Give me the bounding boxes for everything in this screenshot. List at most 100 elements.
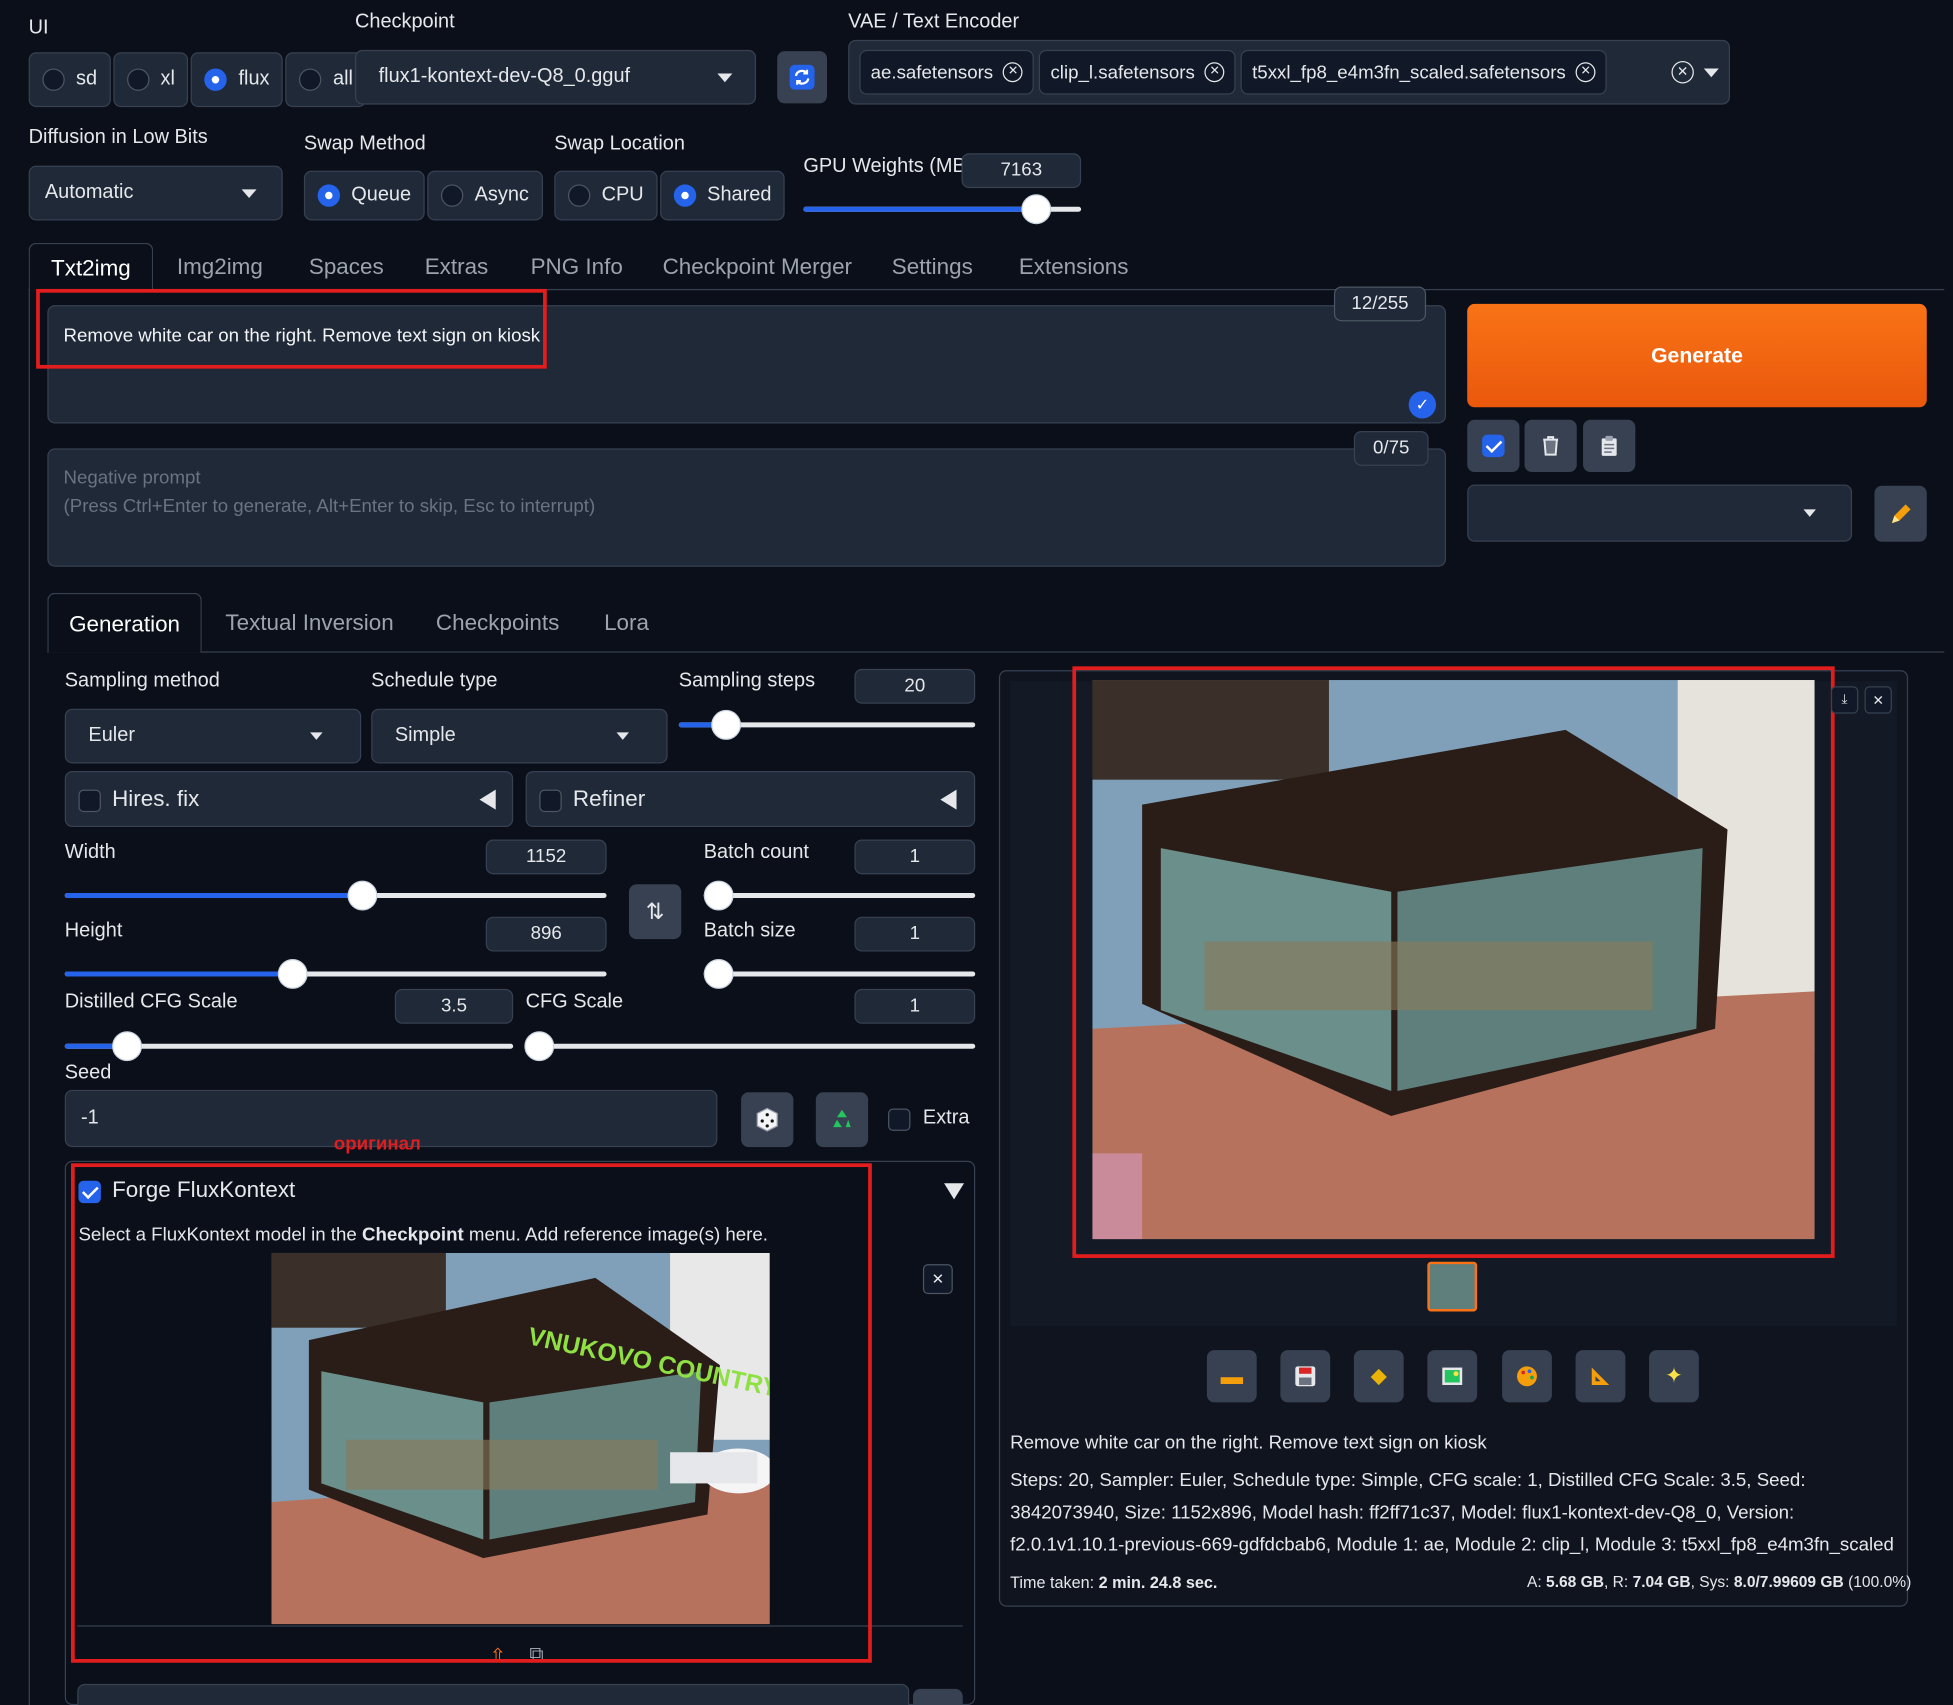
slider-thumb[interactable] <box>711 709 742 740</box>
upscale-button[interactable]: ✦ <box>1649 1350 1699 1403</box>
gpu-weights-input[interactable]: 7163 <box>961 153 1082 189</box>
vae-multiselect[interactable]: ae.safetensors ✕ clip_l.safetensors ✕ t5xx… <box>848 39 1730 105</box>
reuse-seed-button[interactable] <box>815 1092 869 1148</box>
annotation-original-label: оригинал <box>333 1133 421 1155</box>
slider-thumb[interactable] <box>703 959 734 989</box>
swap-location-shared[interactable]: Shared <box>659 170 786 221</box>
ui-option-sd[interactable]: sd <box>28 52 111 108</box>
height-input[interactable]: 896 <box>485 916 607 952</box>
refresh-checkpoint-button[interactable] <box>777 51 828 104</box>
slider-fill <box>803 206 1037 212</box>
download-button[interactable]: ⤓ <box>1830 686 1859 714</box>
vae-chip: t5xxl_fp8_e4m3fn_scaled.safetensors ✕ <box>1240 49 1607 95</box>
close-icon[interactable]: ✕ <box>1003 62 1024 83</box>
annotation-box-original <box>70 1163 872 1663</box>
ui-option-flux[interactable]: flux <box>191 52 284 108</box>
zip-button[interactable]: ◆ <box>1353 1350 1404 1403</box>
check-icon: ✓ <box>1408 391 1437 419</box>
tab-settings[interactable]: Settings <box>892 254 973 280</box>
slider-thumb[interactable] <box>277 959 308 989</box>
slider-thumb[interactable] <box>347 880 378 911</box>
refiner-accordion[interactable]: Refiner <box>525 770 976 828</box>
send-to-img2img-button[interactable] <box>1427 1350 1478 1403</box>
hires-fix-checkbox[interactable] <box>78 789 101 813</box>
chevron-down-icon[interactable] <box>1703 68 1719 78</box>
cfg-scale-slider[interactable] <box>524 1031 976 1062</box>
subtab-checkpoints[interactable]: Checkpoints <box>436 610 559 636</box>
swap-location-cpu[interactable]: CPU <box>554 170 658 221</box>
tab-spaces[interactable]: Spaces <box>309 254 384 280</box>
batch-size-input[interactable]: 1 <box>854 916 976 952</box>
tab-checkpoint-merger[interactable]: Checkpoint Merger <box>663 254 852 280</box>
collapse-arrow-icon[interactable] <box>944 1183 965 1200</box>
save-button[interactable] <box>1280 1350 1331 1403</box>
subtab-lora[interactable]: Lora <box>604 610 649 636</box>
width-input[interactable]: 1152 <box>485 839 607 875</box>
clear-prompt-button[interactable] <box>1524 419 1577 473</box>
schedule-type-dropdown[interactable]: Simple <box>371 708 668 764</box>
tab-txt2img[interactable]: Txt2img <box>28 242 154 291</box>
remove-image-button[interactable]: ✕ <box>922 1264 953 1295</box>
close-icon[interactable]: ✕ <box>1575 62 1596 83</box>
checkpoint-value: flux1-kontext-dev-Q8_0.gguf <box>378 66 631 88</box>
negative-prompt-textarea[interactable]: Negative prompt (Press Ctrl+Enter to gen… <box>47 448 1447 567</box>
generate-button[interactable]: Generate <box>1467 303 1927 408</box>
gallery-thumbnail[interactable] <box>1427 1261 1478 1312</box>
slider-thumb[interactable] <box>524 1031 555 1062</box>
send-to-extras-button[interactable] <box>1575 1350 1626 1403</box>
batch-size-slider[interactable] <box>703 959 976 989</box>
width-slider[interactable] <box>64 880 607 911</box>
recycle-icon <box>833 1109 851 1128</box>
side-button[interactable] <box>912 1688 963 1705</box>
open-folder-button[interactable]: ▬ <box>1206 1350 1257 1403</box>
tab-png-info[interactable]: PNG Info <box>531 254 623 280</box>
slider-thumb[interactable] <box>1021 194 1052 225</box>
tab-extensions[interactable]: Extensions <box>1019 254 1129 280</box>
radio-dot-selected <box>204 68 228 91</box>
height-slider[interactable] <box>64 959 607 989</box>
archive-icon: ◆ <box>1370 1363 1387 1388</box>
random-seed-button[interactable] <box>741 1092 794 1148</box>
sampling-method-dropdown[interactable]: Euler <box>64 708 362 764</box>
subtab-textual-inversion[interactable]: Textual Inversion <box>225 610 393 636</box>
sampling-steps-slider[interactable] <box>678 709 976 740</box>
tab-extras[interactable]: Extras <box>425 254 489 280</box>
diffusion-dropdown[interactable]: Automatic <box>28 165 283 221</box>
collapse-arrow-icon[interactable] <box>479 789 496 810</box>
slider-thumb[interactable] <box>703 880 734 911</box>
save-icon <box>1295 1366 1316 1387</box>
gpu-weights-slider[interactable] <box>803 194 1082 225</box>
tab-img2img[interactable]: Img2img <box>177 254 263 280</box>
negative-prompt-placeholder: Negative prompt <box>63 467 201 489</box>
second-image-slot[interactable] <box>77 1683 910 1705</box>
close-icon[interactable]: ✕ <box>1204 62 1225 83</box>
clear-all-icon[interactable]: ✕ <box>1671 61 1694 84</box>
paste-prompt-button[interactable] <box>1583 419 1636 473</box>
refiner-checkbox[interactable] <box>539 789 562 813</box>
swap-dimensions-button[interactable]: ⇅ <box>628 884 682 940</box>
distilled-cfg-slider[interactable] <box>64 1031 514 1062</box>
sampling-steps-input[interactable]: 20 <box>854 668 976 704</box>
radio-dot <box>42 68 65 91</box>
ui-option-xl[interactable]: xl <box>113 52 189 108</box>
edit-styles-button[interactable] <box>1874 485 1927 542</box>
apply-styles-button[interactable] <box>1467 419 1520 473</box>
subtab-generation[interactable]: Generation <box>47 592 202 653</box>
batch-count-input[interactable]: 1 <box>854 839 976 875</box>
swap-method-queue[interactable]: Queue <box>303 170 425 221</box>
batch-count-slider[interactable] <box>703 880 976 911</box>
hires-fix-accordion[interactable]: Hires. fix <box>64 770 514 828</box>
slider-thumb[interactable] <box>112 1031 143 1062</box>
palette-icon <box>1517 1366 1537 1387</box>
extra-seed-checkbox[interactable] <box>888 1108 911 1131</box>
close-icon: ✕ <box>1872 693 1884 709</box>
send-to-inpaint-button[interactable] <box>1502 1350 1552 1403</box>
collapse-arrow-icon[interactable] <box>940 789 957 810</box>
cfg-scale-input[interactable]: 1 <box>854 988 976 1024</box>
swap-method-async[interactable]: Async <box>427 170 543 221</box>
memory-stats: A: 5.68 GB, R: 7.04 GB, Sys: 8.0/7.99609… <box>1526 1573 1912 1591</box>
checkpoint-dropdown[interactable]: flux1-kontext-dev-Q8_0.gguf <box>354 49 757 105</box>
styles-dropdown[interactable] <box>1467 484 1853 542</box>
close-gallery-button[interactable]: ✕ <box>1864 686 1892 714</box>
distilled-cfg-input[interactable]: 3.5 <box>394 988 514 1024</box>
